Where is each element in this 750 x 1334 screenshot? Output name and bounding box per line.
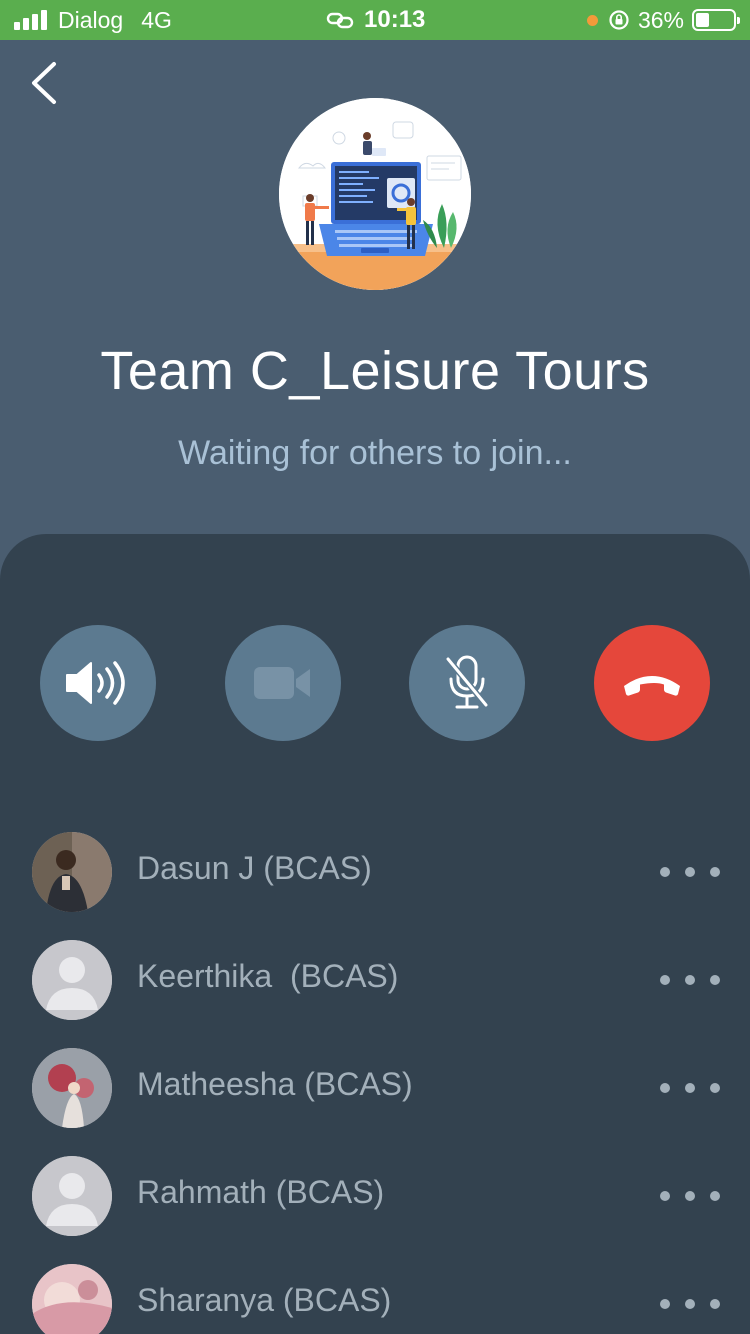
call-title: Team C_Leisure Tours <box>100 341 650 401</box>
group-avatar <box>279 98 471 290</box>
dot-icon <box>660 867 670 877</box>
more-options-button[interactable] <box>660 1186 720 1206</box>
participant-name: Matheesha (BCAS) <box>137 1066 413 1102</box>
participant-row[interactable]: Rahmath (BCAS) <box>0 1156 750 1236</box>
participant-row[interactable]: Dasun J (BCAS) <box>0 832 750 912</box>
participant-row[interactable]: Matheesha (BCAS) <box>0 1048 750 1128</box>
group-illustration <box>279 98 471 290</box>
dot-icon <box>710 1191 720 1201</box>
more-options-button[interactable] <box>660 862 720 882</box>
status-center: 10:13 <box>326 0 425 40</box>
phone-hangup-icon <box>624 676 680 696</box>
dot-icon <box>710 1083 720 1093</box>
speaker-button[interactable] <box>40 625 156 741</box>
more-options-button[interactable] <box>660 970 720 990</box>
mic-off-icon <box>445 655 489 709</box>
back-button[interactable] <box>22 58 72 108</box>
rotation-lock-icon <box>609 10 629 30</box>
dot-icon <box>660 975 670 985</box>
clock: 10:13 <box>364 6 426 33</box>
participant-name: Rahmath (BCAS) <box>137 1174 385 1210</box>
status-bar: Dialog 4G 10:13 36% <box>0 0 750 40</box>
dot-icon <box>685 867 695 877</box>
chevron-left-icon <box>32 62 56 104</box>
status-right: 36% <box>586 0 740 40</box>
more-options-button[interactable] <box>660 1078 720 1098</box>
avatar <box>32 1264 112 1334</box>
dot-icon <box>685 1191 695 1201</box>
end-call-button[interactable] <box>594 625 710 741</box>
network-type: 4G <box>141 6 172 33</box>
participant-photo-3 <box>32 1048 112 1128</box>
dot-icon <box>710 975 720 985</box>
participant-row[interactable]: Sharanya (BCAS) <box>0 1264 750 1334</box>
default-avatar-icon <box>32 1156 112 1236</box>
dot-icon <box>660 1083 670 1093</box>
dot-icon <box>660 1191 670 1201</box>
dot-icon <box>710 1299 720 1309</box>
call-controls <box>0 625 750 741</box>
mute-button[interactable] <box>409 625 525 741</box>
dot-icon <box>685 975 695 985</box>
video-camera-icon <box>254 667 310 699</box>
signal-strength-icon <box>14 10 50 30</box>
status-left: Dialog 4G <box>14 0 172 40</box>
participant-photo-1 <box>32 832 112 912</box>
participant-name: Keerthika (BCAS) <box>137 958 399 994</box>
dot-icon <box>710 867 720 877</box>
more-options-button[interactable] <box>660 1294 720 1314</box>
dot-icon <box>685 1083 695 1093</box>
dot-icon <box>685 1299 695 1309</box>
avatar <box>32 940 112 1020</box>
carrier-name: Dialog <box>58 6 124 33</box>
battery-percentage: 36% <box>637 6 684 33</box>
participant-name: Dasun J (BCAS) <box>137 850 372 886</box>
participant-photo-5 <box>32 1264 112 1334</box>
participant-name: Sharanya (BCAS) <box>137 1282 392 1318</box>
participant-row[interactable]: Keerthika (BCAS) <box>0 940 750 1020</box>
mic-in-use-indicator <box>586 14 598 26</box>
battery-icon <box>692 9 740 31</box>
dot-icon <box>660 1299 670 1309</box>
call-status: Waiting for others to join... <box>178 434 572 472</box>
avatar <box>32 1156 112 1236</box>
default-avatar-icon <box>32 940 112 1020</box>
link-icon <box>326 12 354 29</box>
avatar <box>32 832 112 912</box>
video-button[interactable] <box>225 625 341 741</box>
avatar <box>32 1048 112 1128</box>
speaker-icon <box>66 661 125 705</box>
